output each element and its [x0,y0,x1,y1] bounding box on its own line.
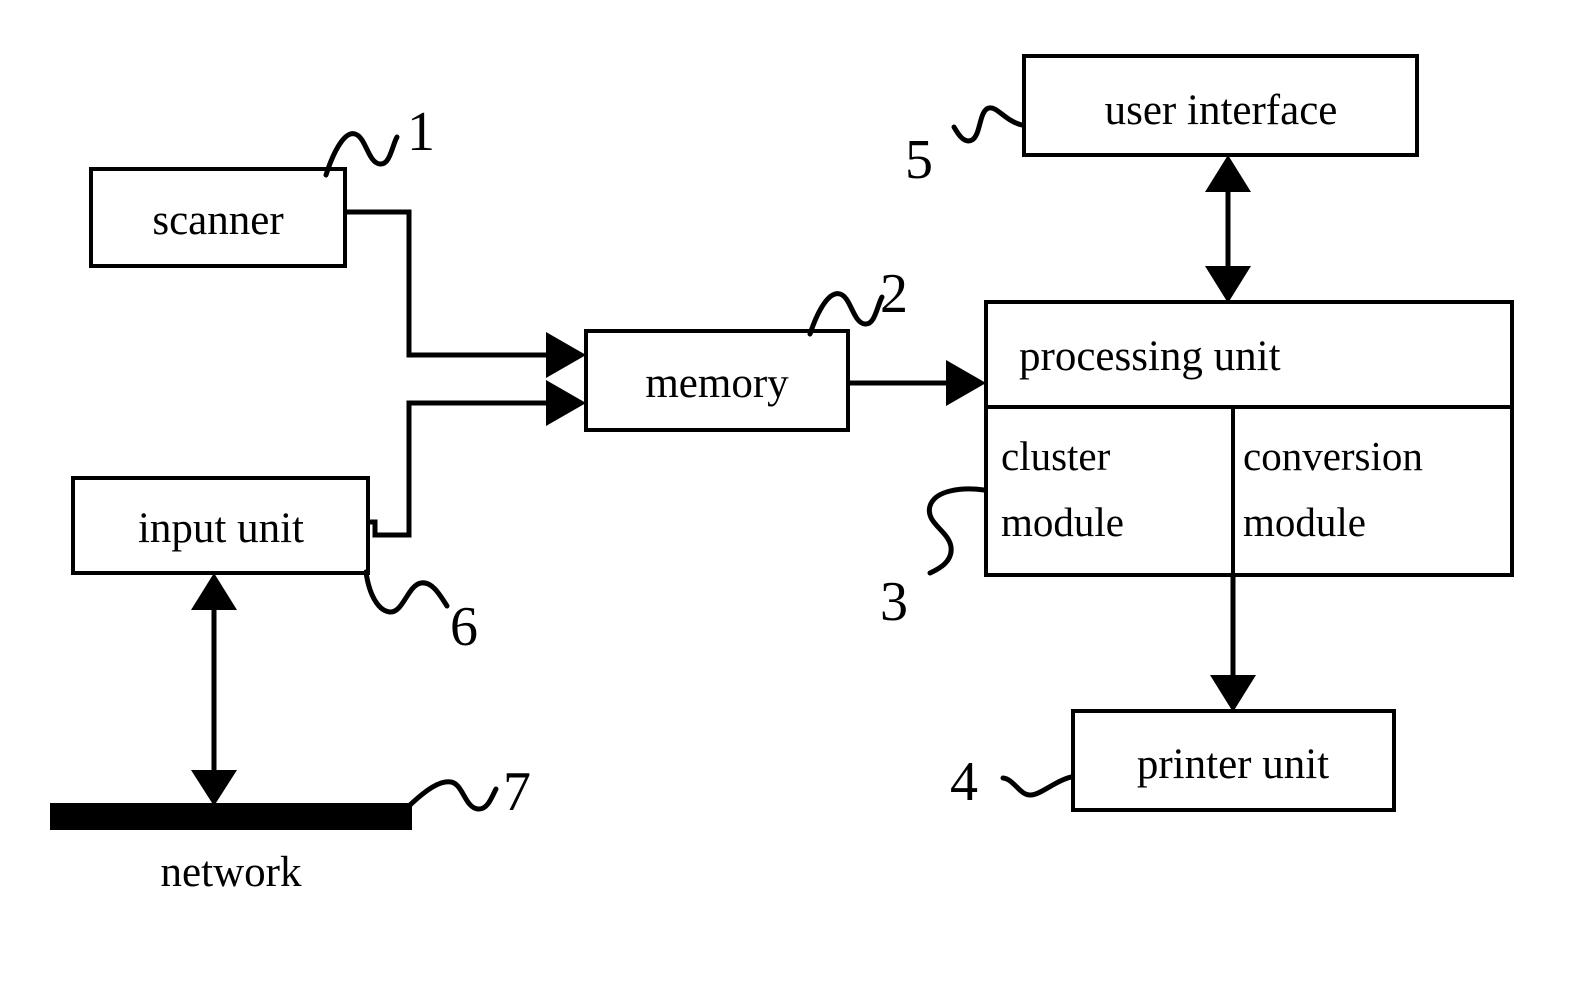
reference-number-5: 5 [905,129,933,191]
scanner-label: scanner [152,197,283,244]
arrowhead-into-printer-unit [1210,675,1256,712]
reference-leader-5: 5 [905,105,1025,191]
connector-user-interface-processing-unit [1205,155,1251,303]
printer-unit-label: printer unit [1137,741,1329,788]
arrowhead-up-to-user-interface [1205,155,1251,192]
arrowhead-into-memory-bottom [546,380,586,426]
reference-number-2: 2 [880,263,908,325]
connector-input-unit-to-memory [368,380,586,538]
reference-leader-3: 3 [880,486,987,633]
reference-number-7: 7 [503,761,531,823]
squiggle-leader-2 [807,291,885,337]
reference-leader-1: 1 [323,101,435,178]
reference-leader-4: 4 [950,751,1074,813]
connector-memory-to-processing-unit [848,360,986,406]
squiggle-leader-6 [363,569,450,615]
reference-leader-7: 7 [407,761,531,823]
block-user-interface[interactable]: user interface [1022,54,1419,157]
block-printer-unit[interactable]: printer unit [1071,709,1396,812]
block-input-unit[interactable]: input unit [71,476,370,575]
arrowhead-into-memory-top [546,332,586,378]
conversion-module-label-line2: module [1243,499,1366,545]
squiggle-leader-7 [407,779,499,812]
reference-number-6: 6 [450,596,478,658]
cluster-module-label-line2: module [1001,499,1124,545]
arrowhead-into-processing-unit [946,360,986,406]
reference-leader-6: 6 [363,569,478,658]
network-label: network [161,849,302,896]
block-diagram: scanner memory input unit network user i… [50,54,1514,896]
figure-canvas: scanner memory input unit network user i… [0,0,1584,991]
processing-unit-label: processing unit [1019,333,1281,380]
squiggle-leader-5 [951,105,1025,144]
block-network[interactable]: network [50,803,412,896]
reference-leader-2: 2 [807,263,908,337]
squiggle-leader-3 [926,486,987,576]
squiggle-leader-4 [1000,774,1074,798]
connector-scanner-to-memory [345,209,586,378]
cluster-module-label-line1: cluster [1001,433,1111,479]
input-unit-label: input unit [138,505,304,552]
arrowhead-down-to-processing-unit [1205,266,1251,303]
network-bar [50,803,412,830]
arrowhead-down-to-network [191,770,237,806]
connector-network-input-unit [191,573,237,806]
user-interface-label: user interface [1105,87,1338,134]
block-processing-unit[interactable]: processing unit cluster module conversio… [984,300,1514,577]
block-memory[interactable]: memory [584,329,850,432]
reference-number-1: 1 [407,101,435,163]
conversion-module-label-line1: conversion [1243,433,1423,479]
block-scanner[interactable]: scanner [89,167,347,268]
reference-number-3: 3 [880,571,908,633]
memory-label: memory [645,360,789,407]
connector-processing-unit-to-printer-unit [1210,575,1256,712]
reference-number-4: 4 [950,751,978,813]
arrowhead-up-to-input-unit [191,573,237,610]
